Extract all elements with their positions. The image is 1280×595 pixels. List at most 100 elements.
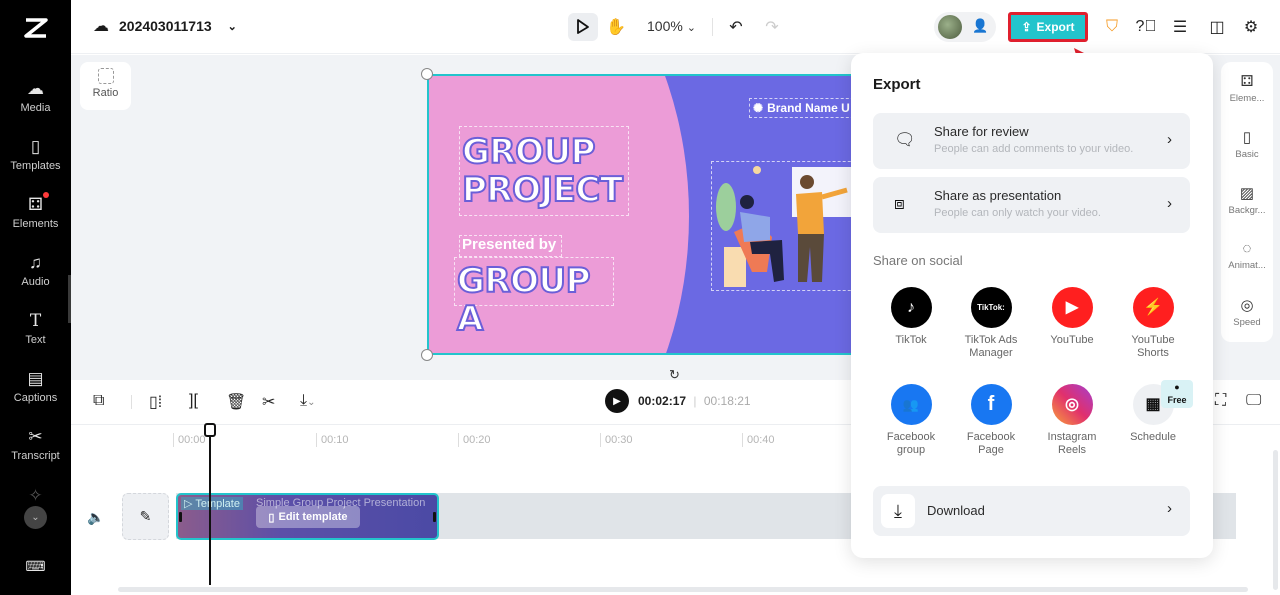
split-icon: ▯⁞ — [149, 394, 163, 411]
clip-tag-label: Template — [195, 498, 240, 510]
sidebar-item-text[interactable]: T Text — [0, 310, 71, 346]
panel-item-basic[interactable]: ▯ Basic — [1221, 128, 1273, 160]
split-panel-icon: ◫ — [1209, 19, 1225, 36]
layers-button[interactable]: ☰ — [1165, 13, 1195, 41]
mute-button[interactable]: 🔈 — [87, 509, 104, 526]
help-button[interactable]: ?⃝ — [1131, 13, 1161, 41]
resize-handle-top-left[interactable] — [421, 68, 433, 80]
edit-template-icon: ▯ — [268, 511, 275, 524]
chevron-right-icon: › — [1167, 500, 1172, 517]
sidebar-item-elements[interactable]: ⚃ Elements — [0, 192, 71, 230]
facebook-icon: f — [970, 384, 1012, 425]
social-instagram-reels[interactable]: ◎ Instagram Reels — [1032, 384, 1112, 457]
social-facebook-page[interactable]: f Facebook Page — [951, 384, 1031, 457]
video-preview-slide[interactable]: GROUP PROJECT Presented by GROUP A ✺ Bra… — [427, 74, 867, 355]
sidebar-item-captions[interactable]: ▤ Captions — [0, 368, 71, 404]
social-label-line2: Manager — [969, 347, 1013, 359]
add-user-icon[interactable]: 👤 — [972, 18, 988, 34]
undo-button[interactable]: ↶ — [721, 13, 751, 41]
social-label: YouTube — [1131, 334, 1175, 346]
brand-name-textbox[interactable]: ✺ Brand Name U — [749, 98, 859, 118]
cover-edit-button[interactable]: ✎ — [122, 493, 169, 540]
horizontal-scrollbar[interactable] — [118, 587, 1248, 592]
fullscreen-button[interactable]: ⛶ — [1215, 392, 1226, 410]
split-button[interactable]: ▯⁞ — [149, 392, 162, 412]
capcut-logo[interactable] — [0, 0, 71, 55]
basic-icon: ▯ — [1242, 129, 1252, 146]
clip-trim-handle-left[interactable] — [179, 512, 182, 522]
presented-by-text[interactable]: Presented by — [459, 235, 562, 257]
panel-item-speed[interactable]: ◎ Speed — [1221, 296, 1273, 328]
social-label-line2: Page — [978, 444, 1004, 456]
monitor-icon: 🖵 — [1246, 392, 1262, 409]
ratio-icon — [97, 68, 114, 84]
panel-item-elements[interactable]: ⚃ Eleme... — [1221, 72, 1273, 104]
project-name-dropdown[interactable]: ☁ 202403011713 ⌄ — [93, 16, 237, 36]
shield-check-icon: ⛉ — [1105, 18, 1118, 35]
total-time: 00:18:21 — [703, 394, 751, 408]
edit-template-button[interactable]: ▯ Edit template — [256, 506, 360, 528]
share-as-presentation-option[interactable]: ⧈ Share as presentation People can only … — [873, 177, 1190, 233]
illustration[interactable] — [711, 161, 865, 291]
layout-toggle-button[interactable]: ◫ — [1202, 13, 1232, 41]
social-schedule[interactable]: ▦ ● Free Schedule — [1113, 380, 1193, 444]
group-textbox[interactable]: GROUP A — [454, 257, 614, 339]
export-button[interactable]: ⇪ Export — [1008, 12, 1088, 42]
settings-button[interactable]: ⚙ — [1236, 13, 1266, 41]
download-icon: ⤓ — [881, 494, 915, 528]
slide-title-line1: GROUP — [461, 132, 597, 172]
playhead[interactable] — [209, 425, 211, 585]
help-icon: ?⃝ — [1135, 18, 1157, 35]
social-tiktok-ads-manager[interactable]: TikTok: TikTok Ads Manager — [951, 287, 1031, 360]
display-button[interactable]: 🖵 — [1246, 392, 1261, 410]
undo-icon: ↶ — [729, 19, 743, 36]
hand-tool-button[interactable]: ✋ — [601, 13, 631, 41]
social-facebook-group[interactable]: 👥 Facebook group — [871, 384, 951, 457]
tick-label: 00:20 — [458, 433, 491, 447]
divider — [131, 395, 132, 409]
delete-button[interactable]: 🗑 — [226, 392, 246, 412]
zoom-level-dropdown[interactable]: 100% ⌄ — [647, 18, 696, 34]
resize-handle-bottom-left[interactable] — [421, 349, 433, 361]
avatar[interactable] — [938, 15, 962, 39]
select-tool-button[interactable] — [568, 13, 598, 41]
redo-button[interactable]: ↷ — [757, 13, 787, 41]
sidebar-item-audio[interactable]: ♫ Audio — [0, 252, 71, 288]
add-media-button[interactable]: ⧉ — [93, 392, 104, 410]
download-option[interactable]: ⤓ Download › — [873, 486, 1190, 536]
shield-button[interactable]: ⛉ — [1097, 13, 1127, 41]
sidebar-item-templates[interactable]: ▯ Templates — [0, 136, 71, 172]
download-dropdown[interactable]: ⤓⌄ — [300, 392, 315, 410]
collaborators-group[interactable]: 👤 — [934, 12, 996, 42]
template-clip[interactable]: ▷ Template Simple Group Project Presenta… — [176, 493, 439, 540]
cut-captions-button[interactable]: ✂ — [262, 392, 275, 412]
share-for-review-option[interactable]: 🗨 Share for review People can add commen… — [873, 113, 1190, 169]
tick-label: 00:00 — [173, 433, 206, 447]
export-panel-title: Export — [873, 76, 921, 93]
social-tiktok[interactable]: ♪ TikTok — [871, 287, 951, 347]
social-youtube-shorts[interactable]: ⚡ YouTube Shorts — [1113, 287, 1193, 360]
ratio-button[interactable]: Ratio — [80, 62, 131, 110]
sidebar-item-media[interactable]: ☁ Media — [0, 78, 71, 114]
sidebar-item-label: Media — [20, 102, 51, 114]
panel-item-animation[interactable]: ◌ Animat... — [1221, 240, 1273, 271]
playhead-handle[interactable] — [204, 423, 216, 437]
play-button[interactable]: ▶ — [605, 389, 629, 413]
expand-more-button[interactable]: ⌄ — [24, 506, 47, 529]
template-icon: ▯ — [30, 137, 41, 156]
social-youtube[interactable]: ▶ YouTube — [1032, 287, 1112, 347]
keyboard-shortcuts-icon[interactable]: ⌨ — [0, 555, 71, 579]
speaker-icon: 🔈 — [87, 509, 105, 525]
social-label: TikTok Ads — [964, 334, 1018, 346]
hand-icon: ✋ — [606, 19, 626, 36]
elements-icon: ⚃ — [28, 195, 43, 214]
panel-item-background[interactable]: ▨ Backgr... — [1221, 184, 1273, 216]
sidebar-item-transcript[interactable]: ✂ Transcript — [0, 426, 71, 462]
notification-dot — [43, 192, 49, 198]
title-textbox[interactable]: GROUP PROJECT — [459, 126, 629, 216]
clip-trim-handle-right[interactable] — [433, 512, 436, 522]
cloud-upload-icon: ☁ — [27, 79, 44, 98]
vertical-scrollbar[interactable] — [1273, 450, 1278, 590]
trim-button[interactable]: ][ — [189, 392, 198, 410]
chevron-down-icon: ⌄ — [686, 22, 696, 34]
